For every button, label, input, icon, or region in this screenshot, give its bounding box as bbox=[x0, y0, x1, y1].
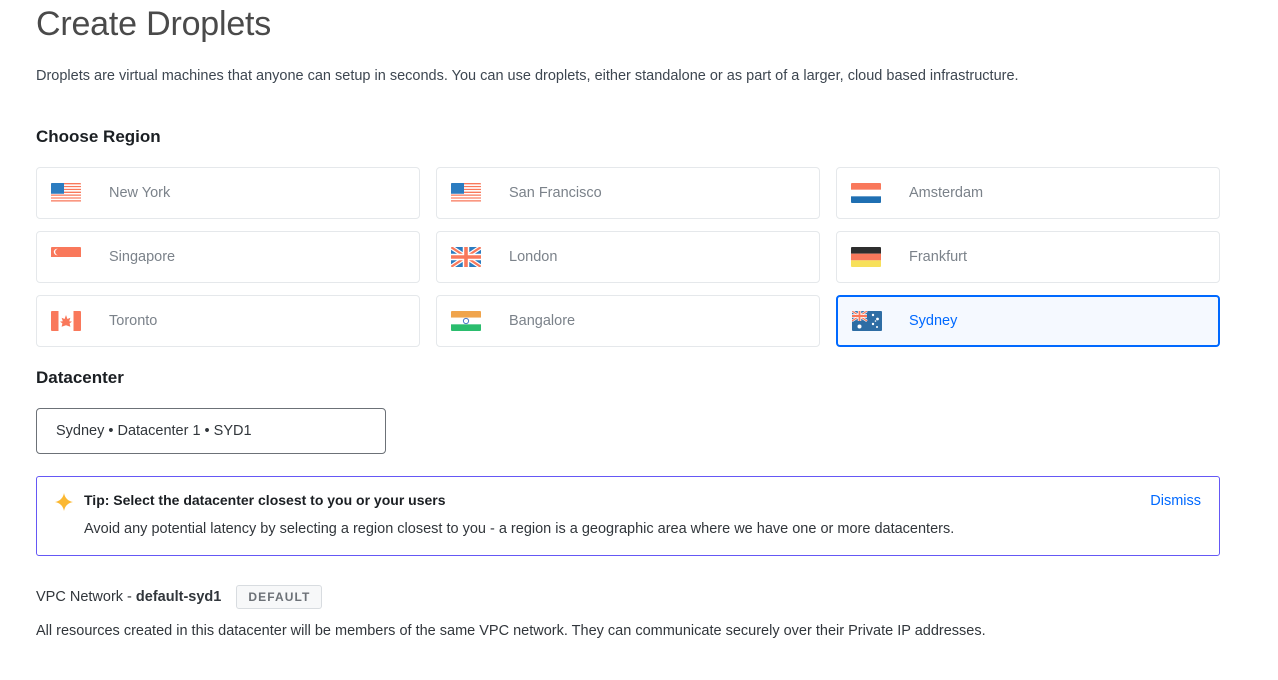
flag-gb-icon bbox=[451, 247, 481, 267]
flag-in-icon bbox=[451, 311, 481, 331]
create-droplets-page: Create Droplets Droplets are virtual mac… bbox=[0, 0, 1278, 680]
region-label: San Francisco bbox=[509, 185, 602, 201]
flag-de-icon bbox=[851, 247, 881, 267]
region-card-frankfurt[interactable]: Frankfurt bbox=[836, 231, 1220, 283]
region-card-singapore[interactable]: Singapore bbox=[36, 231, 420, 283]
vpc-default-badge: DEFAULT bbox=[236, 585, 323, 609]
tip-text: Avoid any potential latency by selecting… bbox=[84, 521, 955, 537]
vpc-network-name: default-syd1 bbox=[135, 589, 222, 605]
region-card-sydney[interactable]: Sydney bbox=[836, 295, 1220, 347]
region-card-amsterdam[interactable]: Amsterdam bbox=[836, 167, 1220, 219]
region-card-london[interactable]: London bbox=[436, 231, 820, 283]
flag-ca-icon bbox=[51, 311, 81, 331]
region-card-san-francisco[interactable]: San Francisco bbox=[436, 167, 820, 219]
region-label: New York bbox=[109, 185, 171, 201]
vpc-label-prefix: VPC Network - bbox=[36, 589, 136, 605]
vpc-network-label: VPC Network - default-syd1 bbox=[36, 589, 221, 605]
flag-us-icon bbox=[51, 183, 81, 203]
region-card-bangalore[interactable]: Bangalore bbox=[436, 295, 820, 347]
region-label: Bangalore bbox=[509, 313, 576, 329]
region-card-new-york[interactable]: New York bbox=[36, 167, 420, 219]
region-label: Singapore bbox=[109, 249, 176, 265]
vpc-description: All resources created in this datacenter… bbox=[36, 623, 986, 639]
sparkle-star-icon bbox=[55, 493, 73, 511]
region-label: Amsterdam bbox=[909, 185, 984, 201]
datacenter-heading: Datacenter bbox=[36, 368, 124, 387]
flag-us-icon bbox=[451, 183, 481, 203]
region-label: Toronto bbox=[109, 313, 158, 329]
region-card-toronto[interactable]: Toronto bbox=[36, 295, 420, 347]
flag-au-icon bbox=[852, 311, 882, 331]
datacenter-select[interactable]: Sydney • Datacenter 1 • SYD1 bbox=[36, 408, 386, 454]
tip-title: Tip: Select the datacenter closest to yo… bbox=[84, 492, 446, 508]
flag-nl-icon bbox=[851, 183, 881, 203]
datacenter-selected-value: Sydney • Datacenter 1 • SYD1 bbox=[56, 423, 252, 439]
dismiss-tip-link[interactable]: Dismiss bbox=[1150, 491, 1201, 511]
flag-sg-icon bbox=[51, 247, 81, 267]
page-subtitle: Droplets are virtual machines that anyon… bbox=[36, 68, 1019, 84]
tip-banner: Tip: Select the datacenter closest to yo… bbox=[36, 476, 1220, 556]
tip-body: Tip: Select the datacenter closest to yo… bbox=[84, 491, 1134, 539]
page-title: Create Droplets bbox=[36, 5, 272, 43]
region-label: Sydney bbox=[909, 313, 958, 329]
vpc-network-row: VPC Network - default-syd1 DEFAULT bbox=[36, 556, 1242, 609]
region-grid: New York San Francisco Amsterdam Singapore L… bbox=[36, 148, 1242, 347]
region-label: Frankfurt bbox=[909, 249, 968, 265]
region-label: London bbox=[509, 249, 558, 265]
choose-region-heading: Choose Region bbox=[36, 127, 161, 146]
